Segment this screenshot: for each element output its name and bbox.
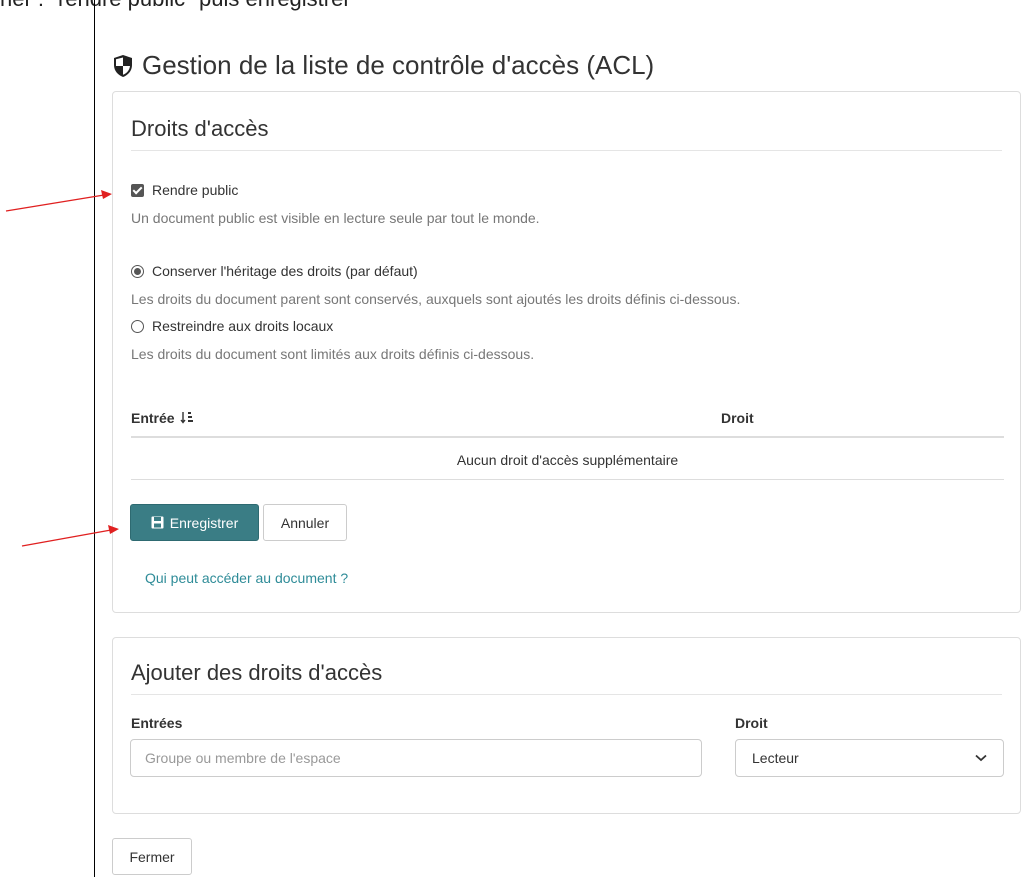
local-hint: Les droits du document sont limités aux … [131,346,535,362]
entries-placeholder: Groupe ou membre de l'espace [145,750,341,766]
entries-label: Entrées [131,715,183,731]
annotation-arrow-checkbox [5,190,112,212]
close-button[interactable]: Fermer [112,838,192,875]
public-checkbox-row[interactable]: Rendre public [131,182,238,198]
local-radio-row[interactable]: Restreindre aux droits locaux [131,318,333,334]
cancel-button[interactable]: Annuler [263,504,347,541]
right-select[interactable]: Lecteur [735,739,1004,777]
annotation-arrow-save [21,525,119,547]
right-select-value: Lecteur [752,750,799,766]
inherit-hint: Les droits du document parent sont conse… [131,291,741,307]
public-checkbox-label: Rendre public [152,182,239,198]
page-title-text: Gestion de la liste de contrôle d'accès … [142,50,655,80]
save-button-label: Enregistrer [169,514,239,531]
rights-panel: Droits d'accès Rendre public Un document… [112,91,1021,613]
column-entree[interactable]: Entrée [131,410,194,426]
column-droit: Droit [721,410,754,426]
rights-table-empty: Aucun droit d'accès supplémentaire [131,440,1004,480]
column-entree-label: Entrée [131,410,175,426]
local-radio-label: Restreindre aux droits locaux [152,318,334,334]
rights-table-header: Entrée Droit [131,400,1004,438]
save-button[interactable]: Enregistrer [130,504,259,541]
entries-input[interactable]: Groupe ou membre de l'espace [130,739,702,777]
inherit-radio-label: Conserver l'héritage des droits (par déf… [152,263,418,279]
right-label: Droit [735,715,768,731]
sort-icon[interactable] [180,411,194,424]
page-left-border [94,0,95,877]
add-rights-panel: Ajouter des droits d'accès Entrées Droit… [112,637,1021,814]
instruction-caption: ner : "rendre public" puis enregistrer [0,0,351,12]
public-checkbox[interactable] [131,183,144,197]
chevron-down-icon [975,754,987,762]
add-rights-heading: Ajouter des droits d'accès [131,660,1002,695]
floppy-disk-icon [151,516,164,529]
rights-panel-heading: Droits d'accès [131,116,1002,151]
local-radio[interactable] [131,319,144,333]
shield-icon [114,54,132,77]
public-hint: Un document public est visible en lectur… [131,210,540,226]
who-can-access-link[interactable]: Qui peut accéder au document ? [145,570,348,586]
page-title: Gestion de la liste de contrôle d'accès … [112,50,654,81]
inherit-radio-row[interactable]: Conserver l'héritage des droits (par déf… [131,263,418,279]
inherit-radio[interactable] [131,264,144,278]
